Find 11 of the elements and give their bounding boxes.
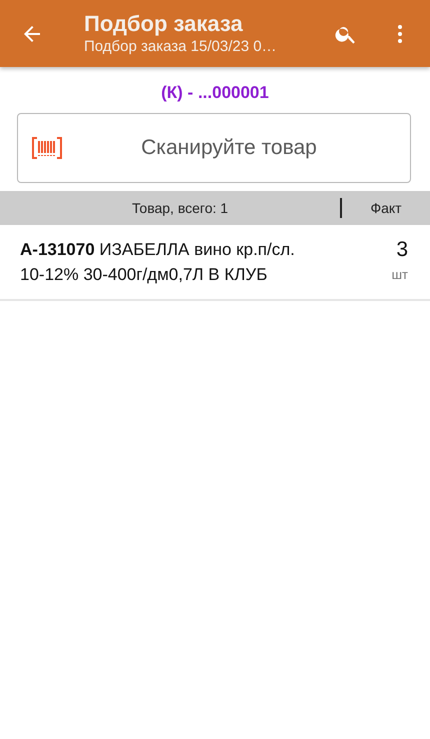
barcode-icon: [32, 137, 62, 159]
product-row[interactable]: А-131070 ИЗАБЕЛЛА вино кр.п/сл. 10-12% 30-400г/дм0,7Л В КЛУБ 3 шт: [0, 225, 430, 301]
document-number: (К) - ...000001: [160, 83, 270, 103]
scan-field[interactable]: Сканируйте товар: [17, 113, 411, 183]
screen-title: Подбор заказа: [84, 10, 244, 36]
column-header: Факт: [369, 200, 403, 216]
column-header: Товар, всего: 1: [130, 200, 230, 216]
product-name: А-131070 ИЗАБЕЛЛА вино кр.п/сл. 10-12% 30-400г/дм0,7Л В КЛУБ: [20, 239, 296, 286]
quantity: 3: [396, 237, 408, 263]
screen-subtitle: Подбор заказа 15/03/23 0…: [84, 36, 278, 56]
unit-label: шт: [392, 267, 408, 282]
